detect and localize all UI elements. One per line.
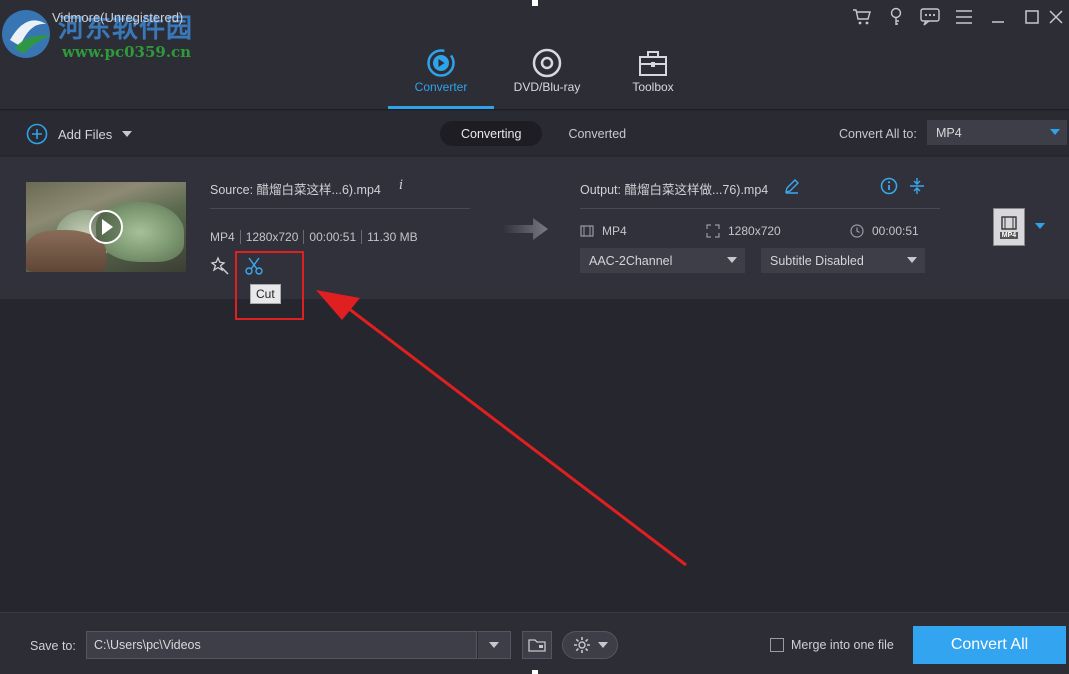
title-bar: 河东软件园 www.pc0359.cn Vidmore(Unregistered…	[0, 0, 1069, 110]
output-resolution: 1280x720	[728, 224, 781, 238]
source-size: 11.30 MB	[361, 230, 418, 244]
save-path-dropdown[interactable]	[477, 631, 511, 659]
divider	[580, 208, 940, 209]
output-format: MP4	[602, 224, 627, 238]
save-path-input[interactable]	[86, 631, 477, 659]
film-icon	[1001, 215, 1017, 230]
add-circle-icon	[26, 123, 48, 145]
converter-toolbar: Add Files Converting Converted Convert A…	[0, 111, 1069, 155]
add-files-button[interactable]: Add Files	[26, 123, 133, 145]
chevron-down-icon	[1050, 129, 1060, 135]
top-edge-marker	[532, 0, 538, 6]
merge-checkbox-box[interactable]	[770, 638, 784, 652]
chevron-down-icon[interactable]	[122, 131, 133, 137]
tab-converting[interactable]: Converting	[440, 121, 543, 146]
window-controls	[845, 6, 1069, 28]
app-title: Vidmore(Unregistered)	[52, 10, 184, 25]
watermark-logo-icon	[2, 10, 50, 58]
output-info-icon[interactable]	[880, 177, 898, 195]
compress-icon[interactable]	[908, 177, 926, 195]
gear-icon	[574, 637, 590, 653]
output-format-badge[interactable]: MP4	[993, 208, 1025, 246]
menu-icon[interactable]	[947, 6, 981, 28]
folder-icon	[528, 639, 546, 652]
minimize-icon[interactable]	[981, 6, 1015, 28]
tab-toolbox-label: Toolbox	[632, 80, 674, 94]
output-duration-meta: 00:00:51	[850, 224, 919, 238]
source-resolution: 1280x720	[239, 230, 298, 244]
tab-converted[interactable]: Converted	[547, 121, 647, 146]
open-folder-button[interactable]	[522, 631, 552, 659]
watermark-url: www.pc0359.cn	[62, 43, 192, 61]
convert-all-button[interactable]: Convert All	[913, 626, 1066, 664]
audio-track-select[interactable]: AAC-2Channel	[580, 248, 745, 273]
disc-icon	[532, 48, 562, 78]
chevron-down-icon	[489, 642, 499, 648]
convert-all-format-select[interactable]: MP4	[927, 120, 1067, 145]
chevron-down-icon	[907, 257, 917, 263]
subtitle-select[interactable]: Subtitle Disabled	[761, 248, 925, 273]
convert-all-to-label: Convert All to:	[839, 127, 917, 141]
clock-icon	[850, 224, 864, 238]
merge-label: Merge into one file	[791, 638, 894, 652]
tab-dvd-bluray[interactable]: DVD/Blu-ray	[494, 42, 600, 108]
source-duration: 00:00:51	[303, 230, 356, 244]
tab-converter[interactable]: Converter	[388, 42, 494, 109]
file-item: Source: 醋熘白菜这样...6).mp4 i MP4 1280x720 0…	[0, 157, 1069, 320]
annotation-arrow	[316, 290, 687, 567]
conversion-status-tabs: Converting Converted	[440, 121, 647, 146]
audio-track-value: AAC-2Channel	[589, 253, 673, 268]
bottom-bar: Save to: Merge into one file Convert All	[0, 612, 1069, 674]
tab-toolbox[interactable]: Toolbox	[600, 42, 706, 108]
chevron-down-icon[interactable]	[1035, 223, 1045, 229]
convert-all-format-value: MP4	[936, 125, 962, 140]
toolbox-icon	[639, 51, 667, 76]
feedback-icon[interactable]	[913, 6, 947, 28]
divider	[210, 208, 470, 209]
source-format: MP4	[210, 230, 235, 244]
chevron-down-icon	[598, 642, 608, 648]
converter-icon	[427, 49, 455, 77]
film-icon	[580, 225, 594, 237]
output-format-meta: MP4	[580, 224, 627, 238]
video-thumbnail[interactable]	[26, 182, 186, 272]
chevron-down-icon	[727, 257, 737, 263]
rename-pen-icon[interactable]	[784, 178, 800, 194]
source-info-icon[interactable]: i	[399, 178, 403, 193]
save-to-label: Save to:	[30, 639, 76, 653]
edit-effects-icon[interactable]	[210, 256, 230, 276]
source-meta: MP4 1280x720 00:00:51 11.30 MB	[210, 230, 418, 244]
format-badge-label: MP4	[999, 231, 1019, 239]
convert-arrow-icon	[503, 218, 548, 240]
key-icon[interactable]	[879, 6, 913, 28]
output-resolution-meta: 1280x720	[706, 224, 781, 238]
cart-icon[interactable]	[845, 6, 879, 28]
main-tabs: Converter DVD/Blu-ray Toolbox	[388, 42, 706, 109]
merge-checkbox[interactable]: Merge into one file	[770, 638, 894, 652]
bottom-edge-marker	[532, 670, 538, 674]
source-filename: Source: 醋熘白菜这样...6).mp4	[210, 183, 381, 197]
resolution-icon	[706, 224, 720, 238]
tab-converter-label: Converter	[414, 80, 468, 94]
close-icon[interactable]	[1049, 6, 1069, 28]
add-files-label: Add Files	[58, 126, 113, 142]
output-filename: Output: 醋熘白菜这样做...76).mp4	[580, 183, 769, 197]
maximize-icon[interactable]	[1015, 6, 1049, 28]
play-icon[interactable]	[88, 209, 124, 245]
tab-dvd-bluray-label: DVD/Blu-ray	[513, 80, 581, 94]
output-duration: 00:00:51	[872, 224, 919, 238]
settings-button[interactable]	[562, 631, 618, 659]
subtitle-value: Subtitle Disabled	[770, 253, 864, 268]
annotation-highlight-box	[235, 251, 304, 320]
